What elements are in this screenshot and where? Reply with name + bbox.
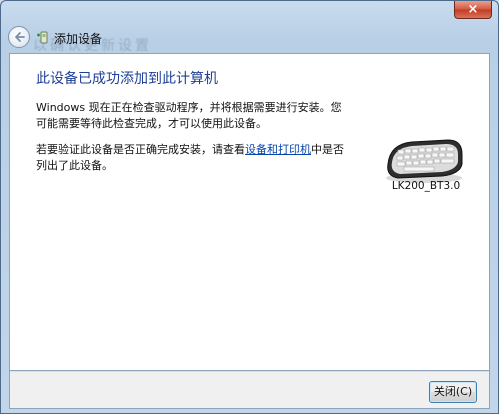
add-device-icon bbox=[37, 31, 48, 44]
driver-check-text: Windows 现在正在检查驱动程序，并将根据需要进行安装。您可能需要等待此检查… bbox=[36, 101, 342, 130]
add-device-window: 以确认更新设置 × 添加设备 此设备已成功添加到此计算机 Windows 现在正… bbox=[0, 0, 499, 414]
back-button[interactable] bbox=[8, 26, 30, 48]
verify-text-before: 若要验证此设备是否正确完成安装，请查看 bbox=[36, 143, 245, 156]
devices-and-printers-link[interactable]: 设备和打印机 bbox=[245, 143, 311, 156]
content-panel: 此设备已成功添加到此计算机 Windows 现在正在检查驱动程序，并将根据需要进… bbox=[9, 53, 490, 371]
device-name: LK200_BT3.0 bbox=[391, 180, 461, 192]
footer-divider bbox=[10, 371, 489, 372]
window-title: 添加设备 bbox=[54, 32, 103, 46]
title-bar: 以确认更新设置 × 添加设备 bbox=[1, 1, 498, 54]
page-heading: 此设备已成功添加到此计算机 bbox=[36, 71, 218, 87]
window-close-button[interactable]: × bbox=[454, 1, 492, 19]
verify-text: 若要验证此设备是否正确完成安装，请查看设备和打印机中是否列出了此设备。 bbox=[36, 142, 352, 174]
keyboard-icon bbox=[386, 139, 463, 183]
dialog-footer: 关闭(C) bbox=[9, 371, 490, 409]
back-arrow-icon bbox=[15, 32, 25, 42]
close-button[interactable]: 关闭(C) bbox=[429, 381, 477, 403]
